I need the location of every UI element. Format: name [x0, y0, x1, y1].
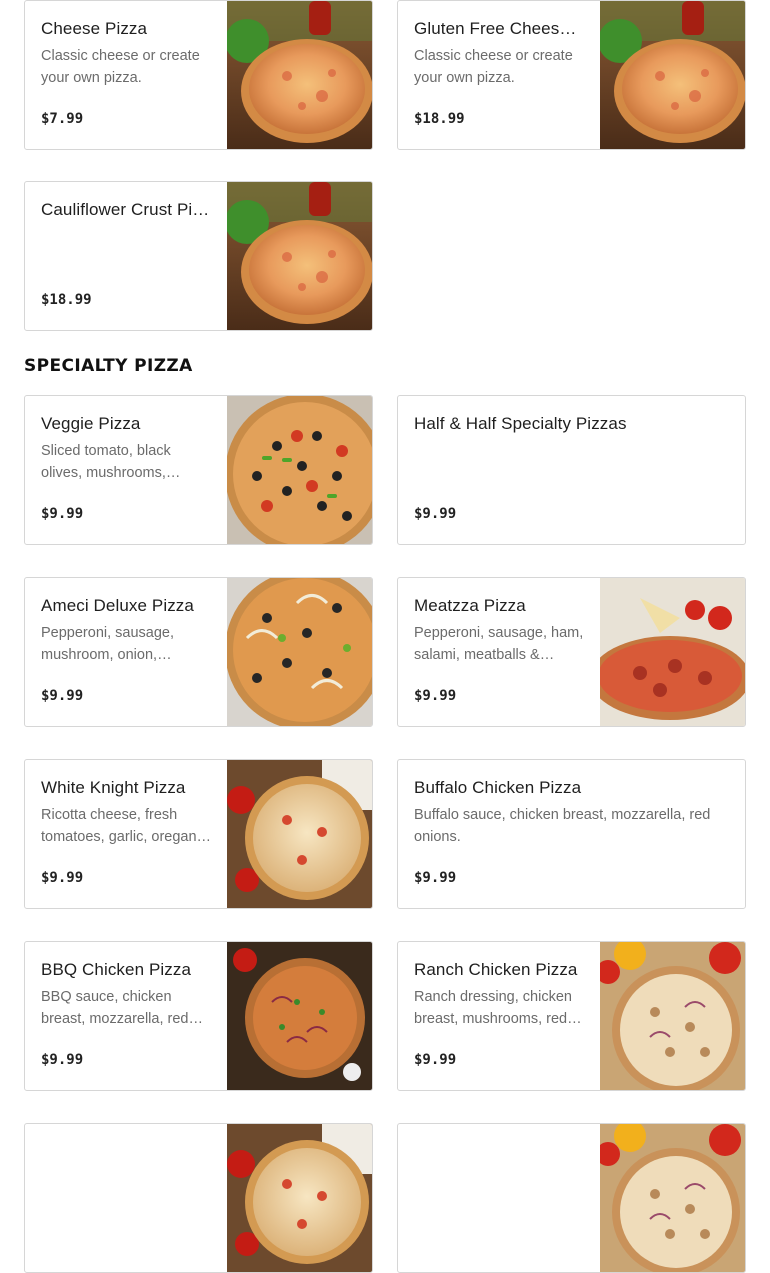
- menu-item-info: Half & Half Specialty Pizzas: [414, 414, 729, 440]
- menu-item-info: Cheese Pizza Classic cheese or create yo…: [41, 19, 212, 89]
- menu-item-description: Pepperoni, sausage, ham, salami, meatbal…: [414, 625, 584, 663]
- menu-item-info: Ameci Deluxe Pizza Pepperoni, sausage, m…: [41, 596, 212, 666]
- menu-item-name: Meatzza Pizza: [414, 596, 526, 615]
- menu-item-description: Pepperoni, sausage, mushroom, onion, gre…: [41, 625, 175, 663]
- menu-item-price: $9.99: [41, 870, 84, 886]
- menu-item-image: [600, 1124, 745, 1272]
- menu-item-image: [227, 1124, 372, 1272]
- menu-item-card[interactable]: BBQ Chicken Pizza BBQ sauce, chicken bre…: [24, 941, 373, 1091]
- menu-item-name: Gluten Free Cheese…: [414, 19, 585, 38]
- menu-item-card[interactable]: [397, 1123, 746, 1273]
- menu-item-image: [227, 760, 372, 908]
- menu-item-price: $18.99: [41, 292, 92, 308]
- menu-item-card[interactable]: Buffalo Chicken Pizza Buffalo sauce, chi…: [397, 759, 746, 909]
- menu-item-name: Buffalo Chicken Pizza: [414, 778, 582, 797]
- menu-item-price: $9.99: [41, 688, 84, 704]
- menu-item-name: Veggie Pizza: [41, 414, 141, 433]
- menu-item-info: Meatzza Pizza Pepperoni, sausage, ham, s…: [414, 596, 585, 666]
- menu-item-price: $9.99: [41, 1052, 84, 1068]
- menu-item-price: $18.99: [414, 111, 465, 127]
- menu-item-card[interactable]: Ameci Deluxe Pizza Pepperoni, sausage, m…: [24, 577, 373, 727]
- menu-item-price: $9.99: [414, 506, 457, 522]
- menu-item-info: Veggie Pizza Sliced tomato, black olives…: [41, 414, 212, 484]
- menu-item-description: Buffalo sauce, chicken breast, mozzarell…: [414, 807, 711, 845]
- menu-item-description: Ricotta cheese, fresh tomatoes, garlic, …: [41, 807, 212, 845]
- menu-item-description: Classic cheese or create your own pizza.: [41, 48, 200, 86]
- section-title: SPECIALTY PIZZA: [24, 356, 193, 376]
- menu-item-image: [227, 396, 372, 544]
- menu-item-name: Cauliflower Crust Pizza: [41, 200, 212, 219]
- menu-item-name: BBQ Chicken Pizza: [41, 960, 192, 979]
- menu-item-price: $9.99: [414, 688, 457, 704]
- menu-item-name: Ameci Deluxe Pizza: [41, 596, 194, 615]
- menu-item-image: [600, 578, 745, 726]
- menu-item-card[interactable]: Meatzza Pizza Pepperoni, sausage, ham, s…: [397, 577, 746, 727]
- menu-item-card[interactable]: Veggie Pizza Sliced tomato, black olives…: [24, 395, 373, 545]
- menu-item-image: [227, 578, 372, 726]
- menu-item-info: Buffalo Chicken Pizza Buffalo sauce, chi…: [414, 778, 729, 848]
- menu-item-name: Ranch Chicken Pizza: [414, 960, 578, 979]
- menu-item-description: Classic cheese or create your own pizza.: [414, 48, 573, 86]
- menu-item-price: $9.99: [414, 870, 457, 886]
- menu-item-card[interactable]: [24, 1123, 373, 1273]
- menu-item-info: Cauliflower Crust Pizza: [41, 200, 212, 226]
- menu-item-name: White Knight Pizza: [41, 778, 186, 797]
- menu-item-image: [227, 1, 372, 149]
- menu-item-description: Sliced tomato, black olives, mushrooms, …: [41, 443, 171, 481]
- menu-item-card[interactable]: Cauliflower Crust Pizza $18.99: [24, 181, 373, 331]
- menu-item-price: $7.99: [41, 111, 84, 127]
- menu-item-name: Half & Half Specialty Pizzas: [414, 414, 627, 433]
- menu-item-info: Gluten Free Cheese… Classic cheese or cr…: [414, 19, 585, 89]
- menu-item-card[interactable]: White Knight Pizza Ricotta cheese, fresh…: [24, 759, 373, 909]
- menu-item-image: [600, 1, 745, 149]
- menu-item-description: BBQ sauce, chicken breast, mozzarella, r…: [41, 989, 203, 1027]
- menu-item-name: Cheese Pizza: [41, 19, 148, 38]
- menu-item-price: $9.99: [41, 506, 84, 522]
- menu-item-card[interactable]: Half & Half Specialty Pizzas $9.99: [397, 395, 746, 545]
- menu-item-image: [227, 182, 372, 330]
- menu-item-image: [600, 942, 745, 1090]
- menu-item-info: White Knight Pizza Ricotta cheese, fresh…: [41, 778, 212, 848]
- menu-item-card[interactable]: Gluten Free Cheese… Classic cheese or cr…: [397, 0, 746, 150]
- menu-item-info: BBQ Chicken Pizza BBQ sauce, chicken bre…: [41, 960, 212, 1030]
- menu-item-card[interactable]: Cheese Pizza Classic cheese or create yo…: [24, 0, 373, 150]
- menu-item-info: Ranch Chicken Pizza Ranch dressing, chic…: [414, 960, 585, 1030]
- menu-item-description: Ranch dressing, chicken breast, mushroom…: [414, 989, 582, 1027]
- menu-item-price: $9.99: [414, 1052, 457, 1068]
- menu-item-card[interactable]: Ranch Chicken Pizza Ranch dressing, chic…: [397, 941, 746, 1091]
- menu-item-image: [227, 942, 372, 1090]
